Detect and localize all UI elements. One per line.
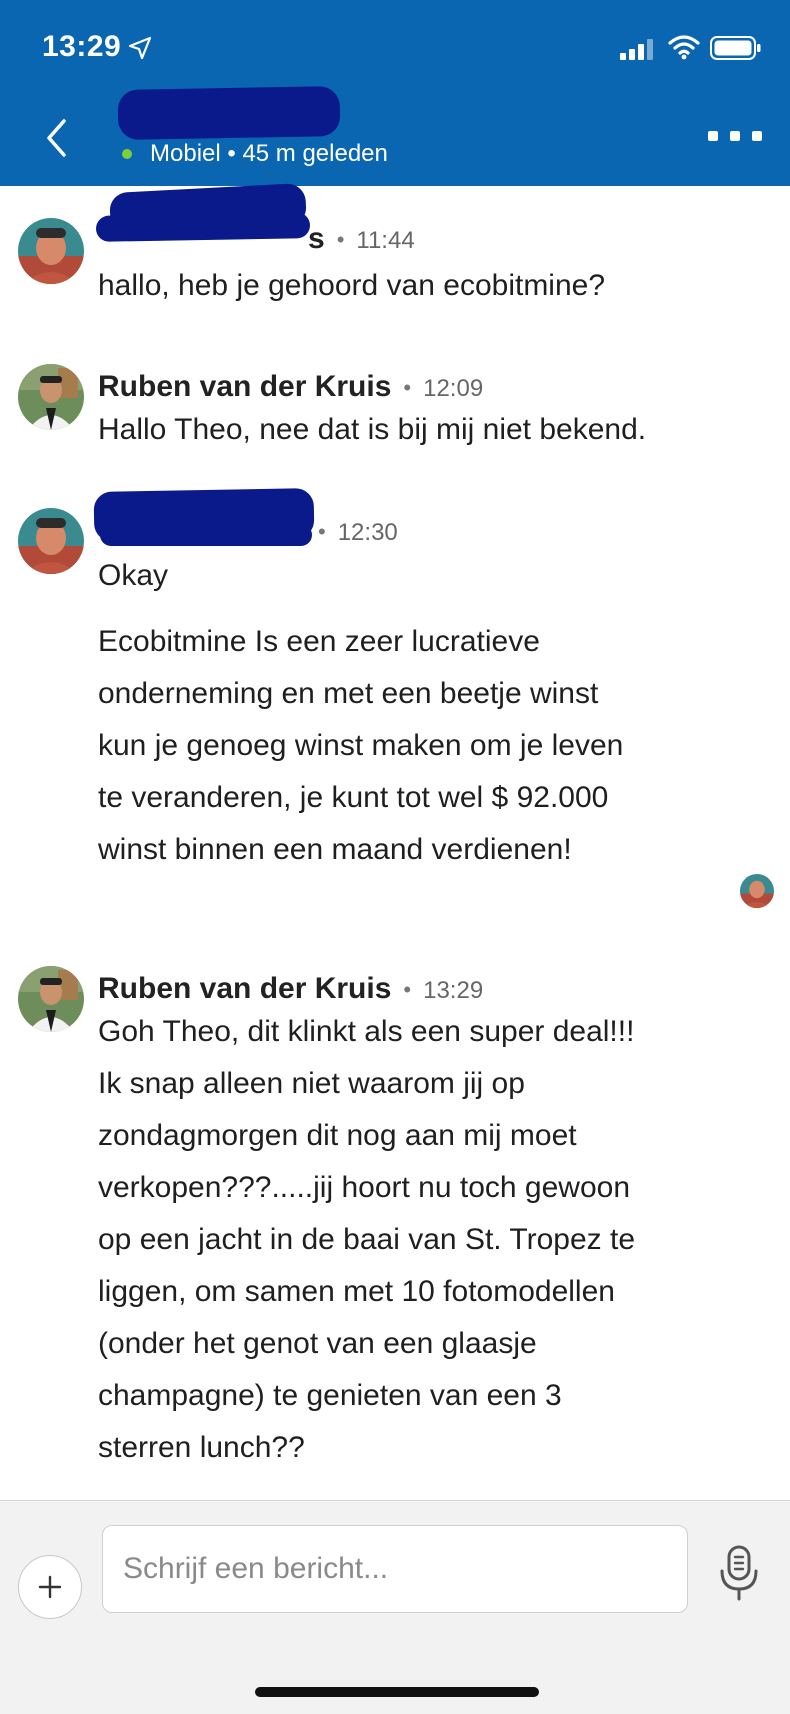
message-time: 11:44 <box>356 227 415 254</box>
more-icon <box>708 131 718 141</box>
avatar-theo[interactable] <box>18 218 84 284</box>
presence-text: Mobiel • 45 m geleden <box>150 140 388 167</box>
message-time: 12:09 <box>423 375 484 402</box>
mic-icon[interactable] <box>718 1543 760 1603</box>
message-header: • 12:30 <box>318 519 398 546</box>
battery-icon <box>710 36 761 60</box>
message-text: Hallo Theo, nee dat is bij mij niet beke… <box>98 413 647 446</box>
message-header: Ruben van der Kruis • 12:09 <box>98 370 484 403</box>
presence-status: Mobiel • 45 m geleden <box>122 140 388 168</box>
home-indicator <box>255 1687 539 1697</box>
message-composer <box>0 1500 790 1714</box>
redaction-mark <box>95 212 311 242</box>
redaction-mark <box>117 86 341 140</box>
message-header: s • 11:44 <box>308 222 415 255</box>
redaction-mark <box>100 524 312 546</box>
status-time: 13:29 <box>42 30 122 63</box>
message-text: Okay <box>98 559 169 592</box>
back-icon <box>47 119 66 157</box>
message-text: Goh Theo, dit klinkt als een super deal!… <box>98 1015 636 1464</box>
avatar-ruben[interactable] <box>18 364 84 430</box>
message-text: Ecobitmine Is een zeer lucratieve ondern… <box>98 625 624 866</box>
plus-icon <box>38 1575 62 1599</box>
message-header: Ruben van der Kruis • 13:29 <box>98 972 484 1005</box>
online-dot <box>122 149 132 159</box>
avatar-ruben[interactable] <box>18 966 84 1032</box>
message-text: hallo, heb je gehoord van ecobitmine? <box>98 269 606 302</box>
seen-receipt-avatar <box>740 874 774 908</box>
attach-button[interactable] <box>18 1555 82 1619</box>
location-arrow-icon <box>128 36 152 60</box>
message-time: 12:30 <box>337 519 398 546</box>
sender-name: Ruben van der Kruis <box>98 370 392 403</box>
message-input[interactable] <box>102 1525 688 1613</box>
sender-name: s <box>308 222 325 255</box>
avatar-theo[interactable] <box>18 508 84 574</box>
more-options-button[interactable] <box>708 124 762 148</box>
signal-icon <box>620 39 653 60</box>
conversation-header: 13:29 Ts Mobiel • 45 m geleden <box>0 0 790 186</box>
wifi-icon <box>668 35 700 60</box>
sender-name: Ruben van der Kruis <box>98 972 392 1005</box>
back-button[interactable] <box>36 110 76 166</box>
message-time: 13:29 <box>423 977 484 1004</box>
